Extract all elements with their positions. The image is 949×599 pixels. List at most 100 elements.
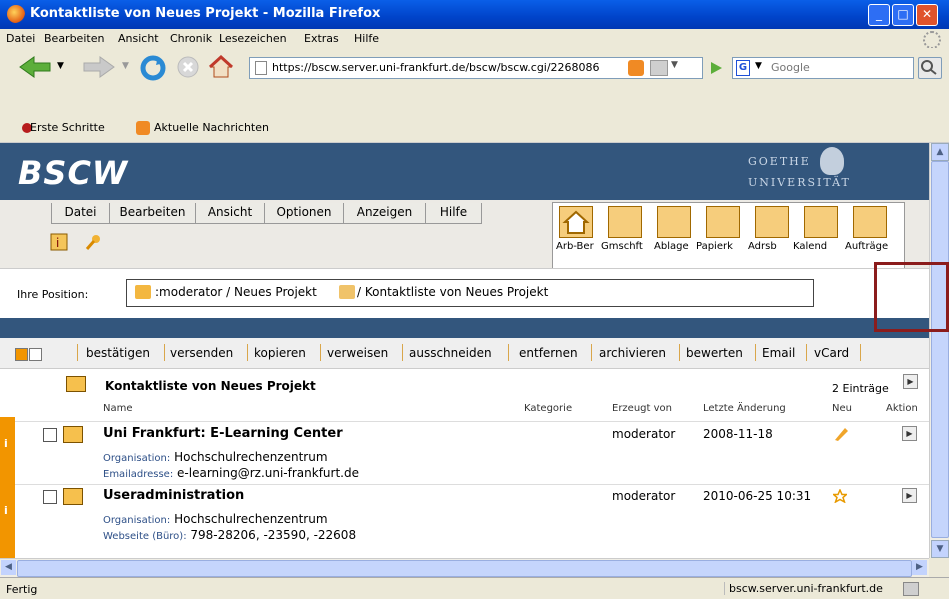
menu-datei[interactable]: Datei	[6, 32, 35, 45]
kalend-tile[interactable]	[804, 206, 838, 238]
home-folder-icon[interactable]	[135, 285, 151, 299]
action-versenden[interactable]: versenden	[170, 346, 233, 360]
back-arrow-icon[interactable]	[18, 55, 52, 79]
row-detail-email: Emailadresse: e-learning@rz.uni-frankfur…	[103, 466, 359, 480]
deselect-all-checkbox[interactable]	[29, 348, 42, 361]
goethe-university-logo[interactable]: GOETHE UNIVERSITÄT	[748, 147, 851, 189]
row-info-icon[interactable]: i	[4, 504, 8, 517]
row-detail-webseite: Webseite (Büro): 798-28206, -23590, -226…	[103, 528, 357, 542]
contact-name[interactable]: Useradministration	[103, 488, 244, 503]
created-by: moderator	[612, 427, 676, 441]
url-dropdown-icon[interactable]: ▼	[671, 60, 678, 70]
bscw-menu-optionen[interactable]: Optionen	[264, 203, 344, 224]
contact-name[interactable]: Uni Frankfurt: E-Learning Center	[103, 426, 343, 441]
action-archivieren[interactable]: archivieren	[599, 346, 666, 360]
reload-icon[interactable]	[140, 55, 166, 81]
page-icon	[255, 61, 267, 75]
back-dropdown-icon[interactable]: ▼	[57, 61, 64, 71]
row-action-arrow-icon[interactable]: ▶	[902, 488, 917, 503]
list-options-arrow-icon[interactable]: ▶	[903, 374, 918, 389]
engine-dropdown-icon[interactable]: ▼	[755, 61, 762, 71]
column-name[interactable]: Name	[103, 403, 133, 414]
column-kategorie[interactable]: Kategorie	[524, 403, 572, 414]
select-all-checkbox[interactable]	[15, 348, 28, 361]
bscw-logo[interactable]: BSCW	[18, 154, 128, 192]
scroll-right-arrow-icon[interactable]: ▶	[912, 560, 927, 575]
breadcrumb-contactlist: / Kontaktliste von Neues Projekt	[357, 285, 549, 299]
action-kopieren[interactable]: kopieren	[254, 346, 306, 360]
menu-lesezeichen[interactable]: Lesezeichen	[219, 32, 287, 45]
row-checkbox[interactable]	[43, 428, 57, 442]
maximize-button[interactable]: □	[892, 4, 914, 26]
contact-list-icon	[66, 376, 86, 392]
info-icon[interactable]: i	[50, 233, 68, 251]
gmschft-tile[interactable]	[608, 206, 642, 238]
google-engine-icon[interactable]: G	[736, 60, 750, 76]
menu-extras[interactable]: Extras	[304, 32, 339, 45]
key-icon[interactable]	[84, 233, 102, 251]
column-neu[interactable]: Neu	[832, 403, 852, 414]
bscw-menu-hilfe[interactable]: Hilfe	[425, 203, 482, 224]
menu-bearbeiten[interactable]: Bearbeiten	[44, 32, 104, 45]
papierk-tile[interactable]	[706, 206, 740, 238]
ablage-tile[interactable]	[657, 206, 691, 238]
bscw-menu-anzeigen[interactable]: Anzeigen	[343, 203, 426, 224]
title-bar: Kontaktliste von Neues Projekt - Mozilla…	[0, 0, 949, 29]
action-bewerten[interactable]: bewerten	[686, 346, 743, 360]
action-vcard[interactable]: vCard	[814, 346, 849, 360]
vertical-scroll-thumb[interactable]	[931, 161, 949, 538]
minimize-button[interactable]: _	[868, 4, 890, 26]
security-status-icon[interactable]	[903, 582, 919, 596]
column-letzte-aenderung[interactable]: Letzte Änderung	[703, 403, 786, 414]
column-aktion[interactable]: Aktion	[886, 403, 918, 414]
adrsb-tile[interactable]	[755, 206, 789, 238]
bookmarks-toolbar: Erste Schritte Aktuelle Nachrichten	[0, 86, 949, 143]
action-separator	[860, 344, 861, 361]
bscw-menu-datei[interactable]: Datei	[51, 203, 110, 224]
action-email[interactable]: Email	[762, 346, 795, 360]
bscw-menu-ansicht[interactable]: Ansicht	[195, 203, 265, 224]
menu-hilfe[interactable]: Hilfe	[354, 32, 379, 45]
forward-dropdown-icon[interactable]: ▼	[122, 61, 129, 71]
row-info-icon[interactable]: i	[4, 437, 8, 450]
stop-icon[interactable]	[176, 55, 200, 79]
forward-arrow-icon[interactable]	[82, 55, 116, 79]
action-ausschneiden[interactable]: ausschneiden	[409, 346, 492, 360]
menu-chronik[interactable]: Chronik	[170, 32, 212, 45]
vertical-scrollbar[interactable]: ▲ ▼	[929, 143, 949, 558]
menu-ansicht[interactable]: Ansicht	[118, 32, 159, 45]
action-verweisen[interactable]: verweisen	[327, 346, 388, 360]
action-separator	[164, 344, 165, 361]
home-icon[interactable]	[208, 55, 234, 79]
row-checkbox[interactable]	[43, 490, 57, 504]
action-separator	[508, 344, 509, 361]
scroll-left-arrow-icon[interactable]: ◀	[1, 560, 16, 575]
status-bar: Fertig bscw.server.uni-frankfurt.de	[0, 577, 949, 599]
action-entfernen[interactable]: entfernen	[519, 346, 578, 360]
action-separator	[679, 344, 680, 361]
rss-feed-icon[interactable]	[628, 60, 644, 76]
bookmark-erste-schritte[interactable]: Erste Schritte	[30, 121, 105, 134]
scroll-down-arrow-icon[interactable]: ▼	[931, 540, 949, 558]
action-bestaetigen[interactable]: bestätigen	[86, 346, 150, 360]
arb-ber-tile[interactable]	[559, 206, 593, 238]
row-detail-organisation: Organisation: Hochschulrechenzentrum	[103, 512, 328, 526]
site-identity-icon[interactable]	[650, 60, 668, 76]
go-arrow-icon[interactable]	[709, 61, 723, 75]
horizontal-scrollbar[interactable]: ◀ ▶	[0, 558, 929, 577]
url-bar[interactable]: https://bscw.server.uni-frankfurt.de/bsc…	[249, 57, 703, 79]
row-action-arrow-icon[interactable]: ▶	[902, 426, 917, 441]
bscw-menu-bearbeiten[interactable]: Bearbeiten	[109, 203, 196, 224]
search-input[interactable]	[771, 60, 906, 74]
tile-label-ablage: Ablage	[654, 241, 689, 252]
horizontal-scroll-thumb[interactable]	[17, 560, 912, 577]
close-button[interactable]: ✕	[916, 4, 938, 26]
scroll-up-arrow-icon[interactable]: ▲	[931, 143, 949, 161]
search-button[interactable]	[918, 57, 942, 79]
contact-card-icon	[63, 426, 83, 443]
auftraege-tile[interactable]	[853, 206, 887, 238]
breadcrumb-project[interactable]: :moderator / Neues Projekt	[155, 285, 317, 299]
bookmark-aktuelle-nachrichten[interactable]: Aktuelle Nachrichten	[154, 121, 269, 134]
column-erzeugt-von[interactable]: Erzeugt von	[612, 403, 672, 414]
search-box[interactable]: G ▼	[732, 57, 914, 79]
